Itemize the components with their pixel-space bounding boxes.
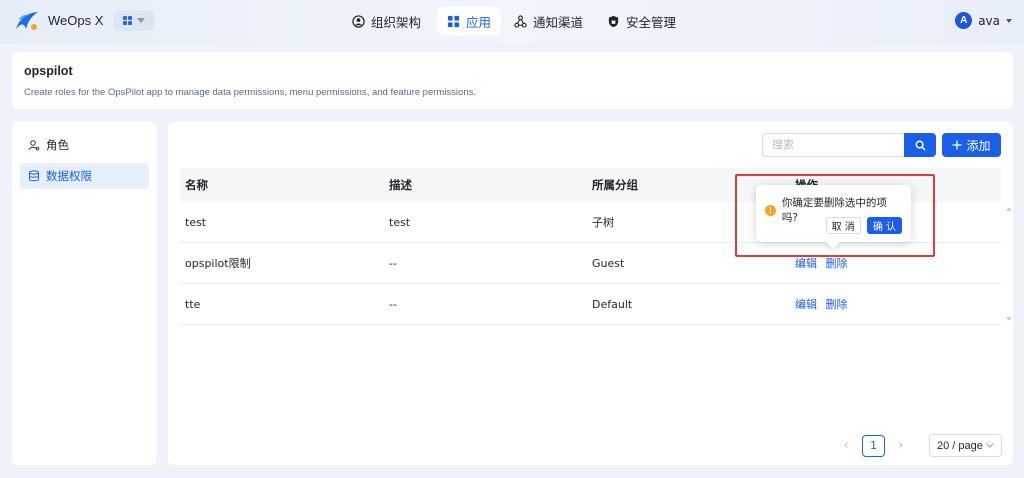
add-button-label: 添加 bbox=[966, 138, 991, 153]
delete-link[interactable]: 删除 bbox=[826, 257, 848, 270]
nav-security-management[interactable]: 安全管理 bbox=[597, 7, 686, 35]
shield-lock-icon bbox=[608, 15, 619, 27]
nav-label: 组织架构 bbox=[371, 14, 422, 30]
user-menu[interactable]: A ava bbox=[955, 12, 1012, 29]
page-size-select[interactable]: 20 / page bbox=[929, 434, 1002, 457]
cell-group: Default bbox=[592, 297, 633, 311]
top-bar: WeOps X 组织架构 应用 通知渠道 安全管理 A ava bbox=[0, 0, 1024, 44]
nav-apps[interactable]: 应用 bbox=[437, 7, 502, 35]
user-name: ava bbox=[978, 13, 1000, 28]
cell-group: Guest bbox=[592, 256, 625, 270]
search-input[interactable] bbox=[762, 133, 905, 157]
pagination: ‹ 1 › 20 / page bbox=[840, 434, 1002, 457]
nav-label: 应用 bbox=[466, 14, 492, 30]
cancel-button[interactable]: 取 消 bbox=[825, 217, 861, 234]
delete-link[interactable]: 删除 bbox=[826, 298, 848, 311]
chevron-down-icon bbox=[1006, 18, 1012, 23]
table-row: opspilot限制 -- Guest 编辑 删除 bbox=[180, 243, 1001, 284]
chevron-down-icon bbox=[137, 18, 145, 23]
cell-description: -- bbox=[389, 256, 397, 270]
weops-logo-icon[interactable] bbox=[14, 9, 40, 33]
warning-icon: ! bbox=[765, 204, 776, 216]
nav-label: 通知渠道 bbox=[533, 14, 584, 30]
page-title: opspilot bbox=[24, 64, 73, 78]
scroll-down-arrow-icon[interactable] bbox=[1006, 317, 1012, 321]
page-number-current[interactable]: 1 bbox=[862, 434, 885, 457]
page-size-value: 20 / page bbox=[937, 439, 983, 452]
user-circle-icon bbox=[352, 14, 365, 28]
cell-actions: 编辑 删除 bbox=[790, 296, 1001, 312]
sidebar: 角色 数据权限 bbox=[12, 122, 157, 465]
sidebar-item-label: 角色 bbox=[46, 138, 69, 152]
share-nodes-icon bbox=[514, 14, 527, 28]
sidebar-item-roles[interactable]: 角色 bbox=[20, 132, 149, 158]
sidebar-item-data-permissions[interactable]: 数据权限 bbox=[20, 163, 149, 189]
add-button[interactable]: 添加 bbox=[942, 133, 1001, 157]
chevron-down-icon bbox=[986, 443, 994, 448]
cell-description: test bbox=[389, 215, 411, 229]
app-switcher-button[interactable] bbox=[114, 10, 154, 31]
edit-link[interactable]: 编辑 bbox=[795, 298, 817, 311]
table-row: tte -- Default 编辑 删除 bbox=[180, 284, 1001, 325]
brand-name: WeOps X bbox=[48, 13, 104, 28]
sidebar-item-label: 数据权限 bbox=[46, 169, 92, 183]
search-icon bbox=[915, 140, 925, 150]
database-icon bbox=[29, 170, 39, 182]
page-header: opspilot Create roles for the OpsPilot a… bbox=[12, 52, 1013, 109]
nav-org-structure[interactable]: 组织架构 bbox=[342, 7, 431, 35]
confirm-button[interactable]: 确 认 bbox=[866, 217, 902, 234]
search-button[interactable] bbox=[904, 133, 936, 157]
main-content: 添加 名称 描述 所属分组 操作 test test 子树 编辑 删除 opsp… bbox=[168, 122, 1013, 465]
edit-link[interactable]: 编辑 bbox=[795, 257, 817, 270]
apps-grid-icon bbox=[123, 16, 132, 25]
column-header-name: 名称 bbox=[185, 178, 208, 192]
column-header-description: 描述 bbox=[389, 178, 412, 192]
user-role-icon bbox=[28, 140, 40, 151]
apps-grid-icon bbox=[447, 15, 460, 27]
cell-name: opspilot限制 bbox=[185, 257, 251, 270]
scroll-up-arrow-icon[interactable] bbox=[1006, 207, 1012, 211]
prev-page-chevron-icon[interactable]: ‹ bbox=[840, 438, 852, 453]
next-page-chevron-icon[interactable]: › bbox=[895, 438, 907, 453]
cell-actions: 编辑 删除 bbox=[790, 255, 1001, 271]
cell-name: tte bbox=[185, 297, 201, 311]
plus-icon bbox=[952, 140, 962, 150]
delete-confirm-popover: ! 你确定要删除选中的项吗? 取 消 确 认 bbox=[756, 185, 911, 250]
cell-name: test bbox=[185, 215, 207, 229]
cell-description: -- bbox=[389, 297, 397, 311]
popover-buttons: 取 消 确 认 bbox=[825, 217, 902, 234]
nav-notification-channels[interactable]: 通知渠道 bbox=[504, 7, 593, 35]
page-description: Create roles for the OpsPilot app to man… bbox=[24, 87, 477, 98]
nav-label: 安全管理 bbox=[626, 14, 677, 30]
avatar: A bbox=[955, 12, 973, 29]
